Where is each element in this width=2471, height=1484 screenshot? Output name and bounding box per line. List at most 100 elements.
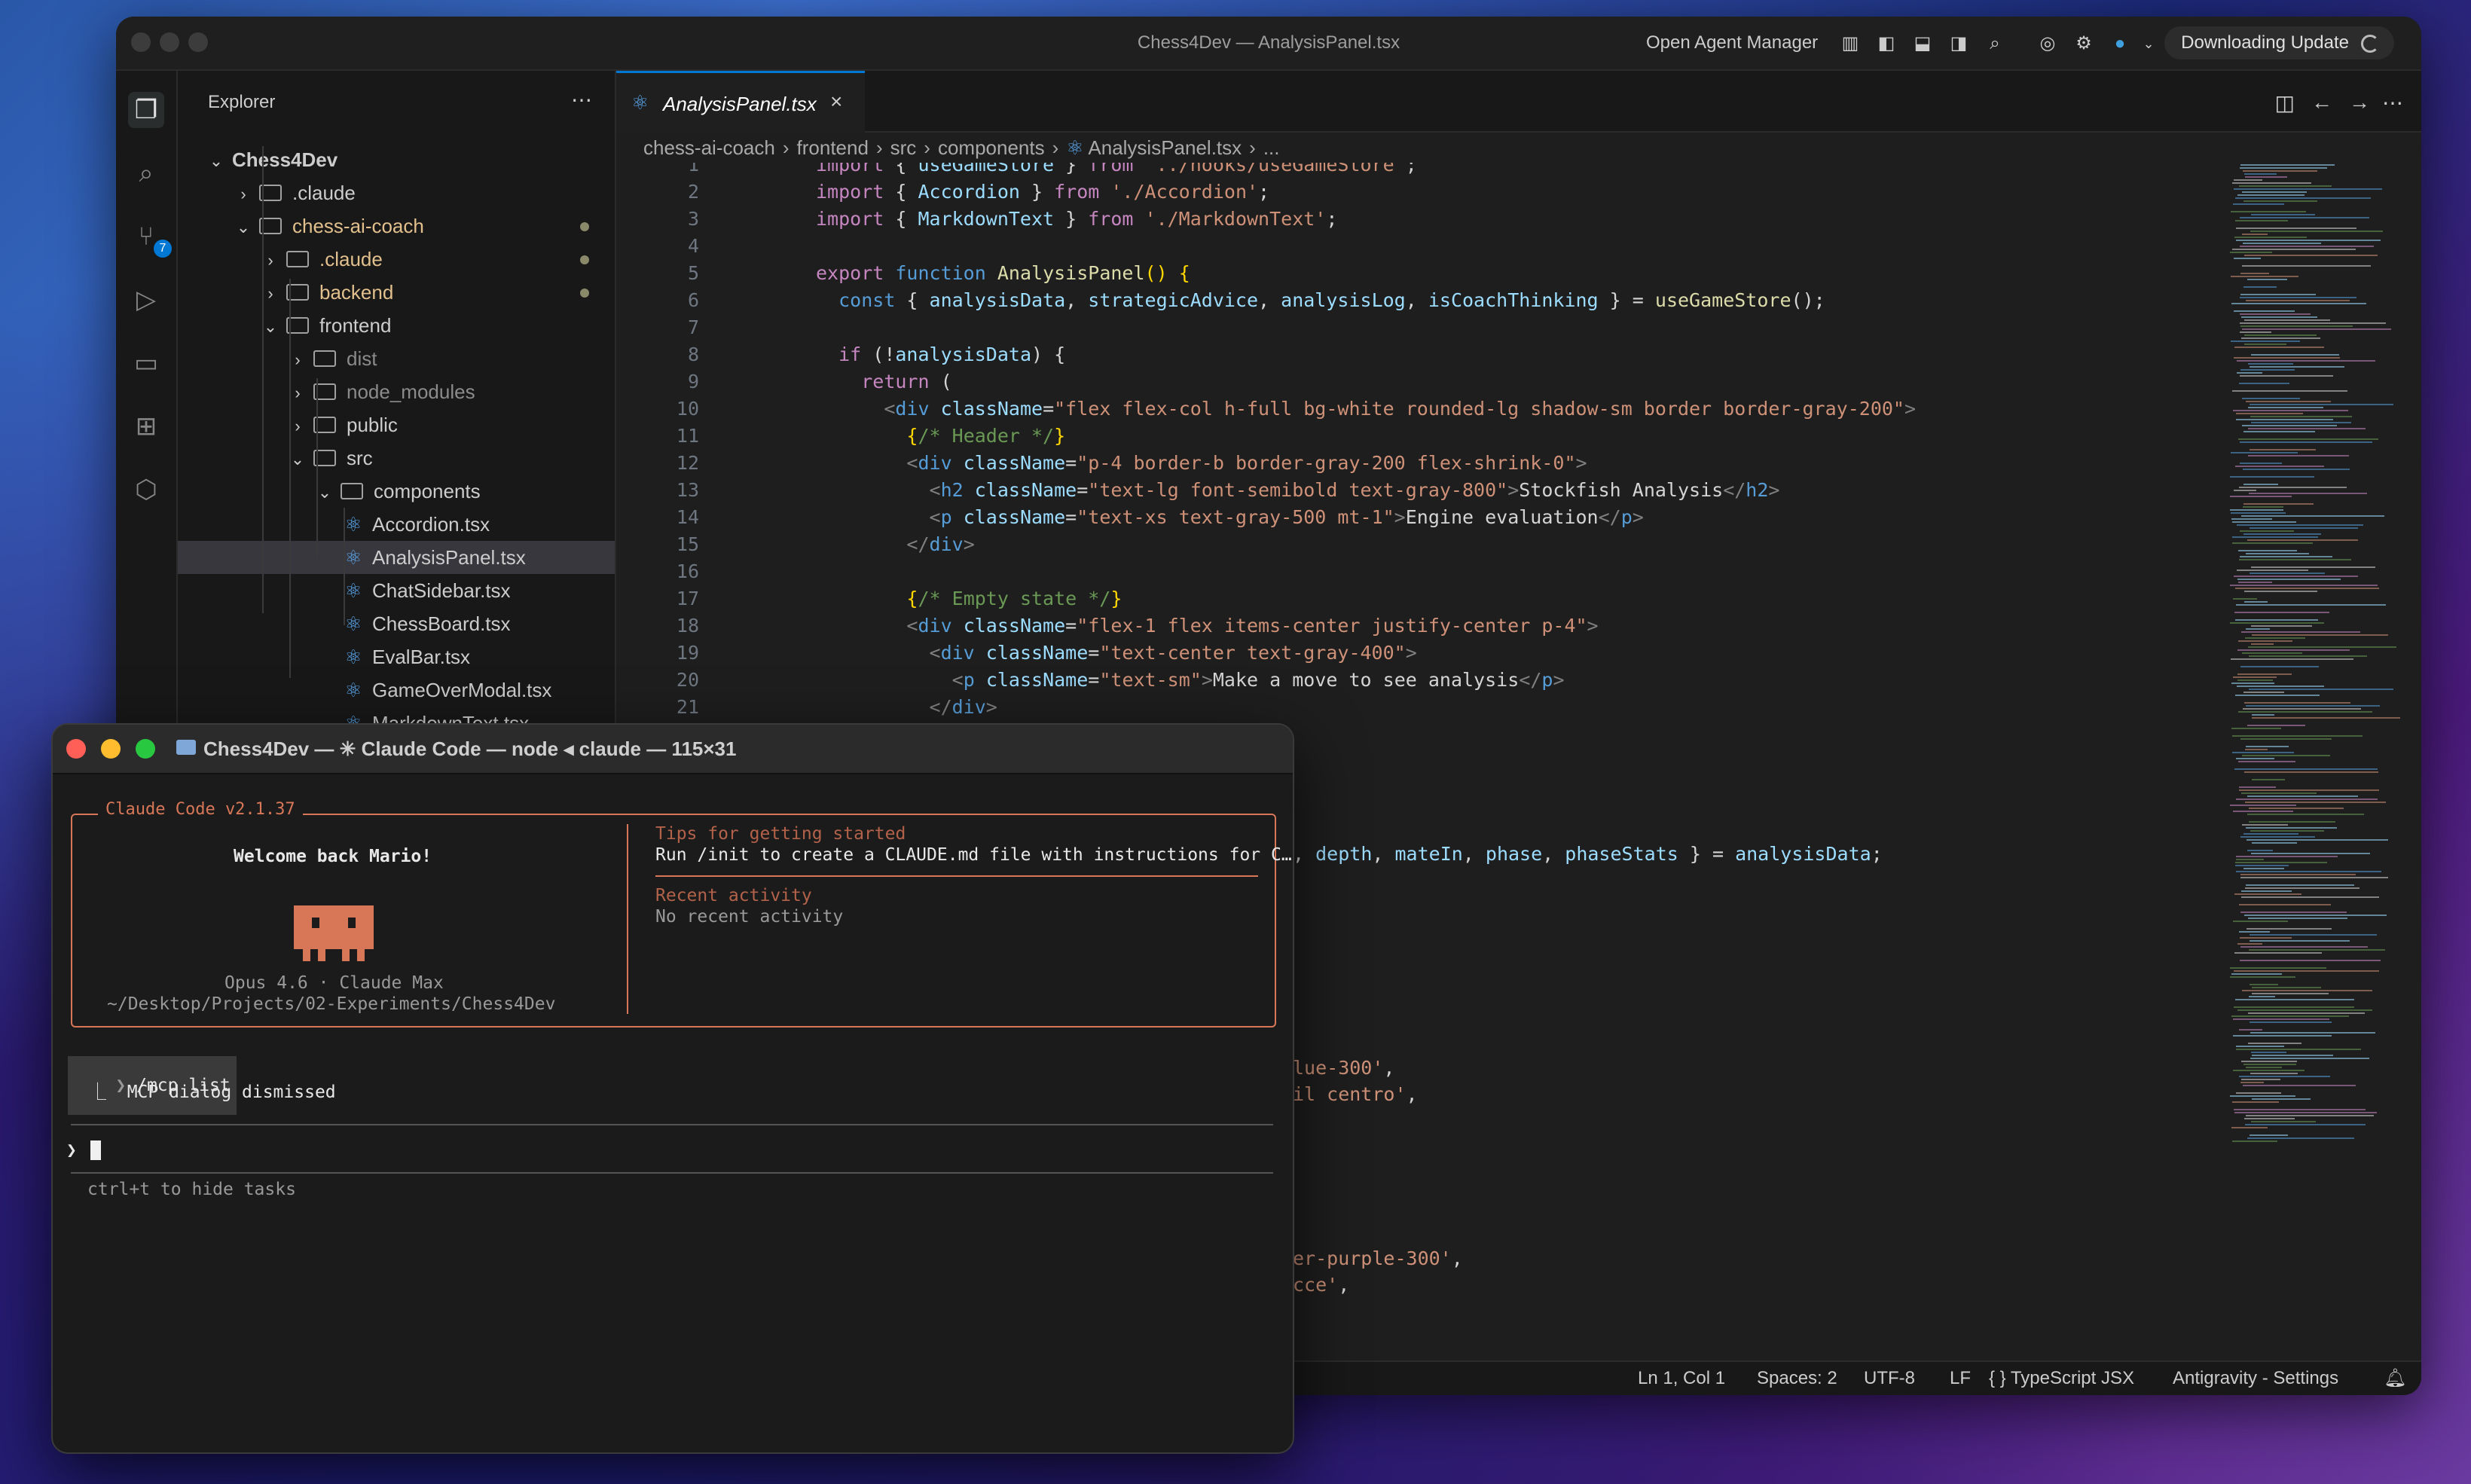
line-number: 14	[676, 506, 699, 528]
bell-icon[interactable]: 🔔︎	[2384, 1362, 2406, 1395]
minimap-line	[2239, 931, 2270, 933]
minimap-line	[2249, 996, 2275, 997]
chevron-down-icon[interactable]: ⌄	[2138, 33, 2159, 54]
minimap-line	[2239, 904, 2331, 905]
minimap-line	[2244, 344, 2286, 345]
search-icon[interactable]: ⌕	[1984, 33, 2005, 54]
tree-folder-item[interactable]: › dist	[178, 342, 615, 375]
toggle-secondary-sidebar-icon[interactable]: ◨	[1948, 33, 1969, 54]
breadcrumb-item[interactable]: ...	[1263, 136, 1280, 159]
tree-folder-item[interactable]: › public	[178, 408, 615, 441]
minimap-line	[2237, 686, 2324, 687]
tree-folder-item[interactable]: › backend	[178, 276, 615, 309]
minimap-line	[2242, 824, 2288, 826]
minimap-line	[2240, 331, 2271, 333]
breadcrumb-item[interactable]: frontend	[797, 136, 869, 159]
toggle-sidebar-icon[interactable]: ◧	[1876, 33, 1897, 54]
close-tab-icon[interactable]: ×	[830, 90, 842, 114]
code-line: import { Accordion } from './Accordion';	[816, 181, 1270, 203]
tree-folder-item[interactable]: ⌄ components	[178, 475, 615, 508]
search-icon[interactable]: ⌕	[128, 155, 164, 191]
tree-file-item[interactable]: ⚛ EvalBar.tsx	[178, 640, 615, 673]
minimap-line	[2238, 640, 2292, 642]
tree-folder-item[interactable]: › .claude	[178, 176, 615, 209]
run-debug-icon[interactable]: ▷	[128, 282, 164, 318]
tree-item-label: chess-ai-coach	[292, 215, 424, 237]
tree-folder-item[interactable]: ⌄ chess-ai-coach	[178, 209, 615, 243]
tree-folder-item[interactable]: ⌄ frontend	[178, 309, 615, 342]
breadcrumb-item[interactable]: chess-ai-coach	[643, 136, 775, 159]
language-mode[interactable]: { } TypeScript JSX	[1989, 1362, 2134, 1395]
indentation[interactable]: Spaces: 2	[1757, 1362, 1837, 1395]
minimap-line	[2244, 771, 2378, 773]
chevron-right-icon: ›	[875, 136, 883, 159]
tree-folder-item[interactable]: › .claude	[178, 243, 615, 276]
layout-icon[interactable]: ▥	[1840, 33, 1861, 54]
minimap-line	[2230, 476, 2314, 478]
prompt-input[interactable]	[71, 1124, 1273, 1174]
minimap-line	[2238, 438, 2378, 440]
browser-icon[interactable]: ◎	[2037, 33, 2058, 54]
minimap-line	[2248, 455, 2349, 456]
extensions-icon[interactable]: ⊞	[128, 408, 164, 444]
minimize-window-button[interactable]	[101, 739, 121, 759]
settings-status[interactable]: Antigravity - Settings	[2173, 1362, 2338, 1395]
more-actions-icon[interactable]: ⋯	[571, 87, 592, 112]
account-avatar-icon[interactable]: ●	[2109, 33, 2130, 54]
minimap-line	[2243, 833, 2298, 835]
minimap-line	[2235, 862, 2327, 863]
explorer-icon[interactable]: ❐	[128, 92, 164, 128]
toggle-panel-icon[interactable]: ⬓	[1912, 33, 1933, 54]
open-agent-manager-button[interactable]: Open Agent Manager	[1646, 17, 1818, 69]
tree-item-label: frontend	[319, 314, 392, 337]
minimap-line	[2232, 182, 2311, 184]
code-line: cce',	[1293, 1274, 1350, 1296]
cursor-position[interactable]: Ln 1, Col 1	[1638, 1362, 1725, 1395]
minimap-line	[2252, 717, 2400, 719]
minimap-line	[2240, 946, 2368, 948]
tree-file-item[interactable]: ⚛ AnalysisPanel.tsx	[178, 541, 615, 574]
tree-file-item[interactable]: ⚛ GameOverModal.tsx	[178, 673, 615, 707]
tree-folder-item[interactable]: ⌄ Chess4Dev	[178, 143, 615, 176]
remote-explorer-icon[interactable]: ▭	[128, 345, 164, 381]
minimap-line	[2238, 550, 2297, 551]
source-control-icon[interactable]: ⑂ 7	[128, 218, 172, 258]
minimap-line	[2242, 425, 2337, 426]
breadcrumb-item[interactable]: components	[938, 136, 1045, 159]
minimap-line	[2234, 490, 2256, 491]
breadcrumb-item[interactable]: src	[890, 136, 917, 159]
modified-dot	[580, 289, 589, 298]
tree-file-item[interactable]: ⚛ ChatSidebar.tsx	[178, 574, 615, 607]
containers-icon[interactable]: ⬡	[128, 472, 164, 508]
go-forward-icon[interactable]: →	[2349, 90, 2370, 115]
gear-icon[interactable]: ⚙	[2073, 33, 2094, 54]
minimap[interactable]	[2225, 164, 2406, 1144]
minimap-line	[2240, 325, 2353, 327]
minimap-line	[2236, 1092, 2281, 1094]
tab-analysispanel[interactable]: ⚛ AnalysisPanel.tsx ×	[616, 71, 865, 133]
split-editor-icon[interactable]: ◫	[2275, 90, 2295, 115]
line-ending[interactable]: LF	[1950, 1362, 1971, 1395]
download-update-button[interactable]: Downloading Update	[2164, 26, 2394, 60]
chevron-down-icon: ⌄	[209, 151, 224, 170]
zoom-window-button[interactable]	[136, 739, 155, 759]
minimap-line	[2243, 484, 2278, 485]
minimap-line	[2238, 582, 2272, 583]
tree-folder-item[interactable]: › node_modules	[178, 375, 615, 408]
minimap-line	[2248, 407, 2323, 408]
minimap-line	[2245, 887, 2360, 889]
encoding[interactable]: UTF-8	[1864, 1362, 1915, 1395]
go-back-icon[interactable]: ←	[2311, 90, 2332, 115]
minimap-line	[2236, 240, 2381, 241]
tree-file-item[interactable]: ⚛ Accordion.tsx	[178, 508, 615, 541]
minimap-line	[2234, 188, 2382, 190]
close-window-button[interactable]	[66, 739, 86, 759]
minimap-line	[2234, 179, 2262, 181]
more-actions-icon[interactable]: ⋯	[2382, 90, 2403, 115]
minimap-line	[2245, 637, 2305, 639]
breadcrumb-item[interactable]: AnalysisPanel.tsx	[1088, 136, 1242, 159]
chevron-right-icon: ›	[267, 284, 273, 303]
tree-item-label: GameOverModal.tsx	[372, 679, 552, 701]
tree-folder-item[interactable]: ⌄ src	[178, 441, 615, 475]
tree-file-item[interactable]: ⚛ ChessBoard.tsx	[178, 607, 615, 640]
